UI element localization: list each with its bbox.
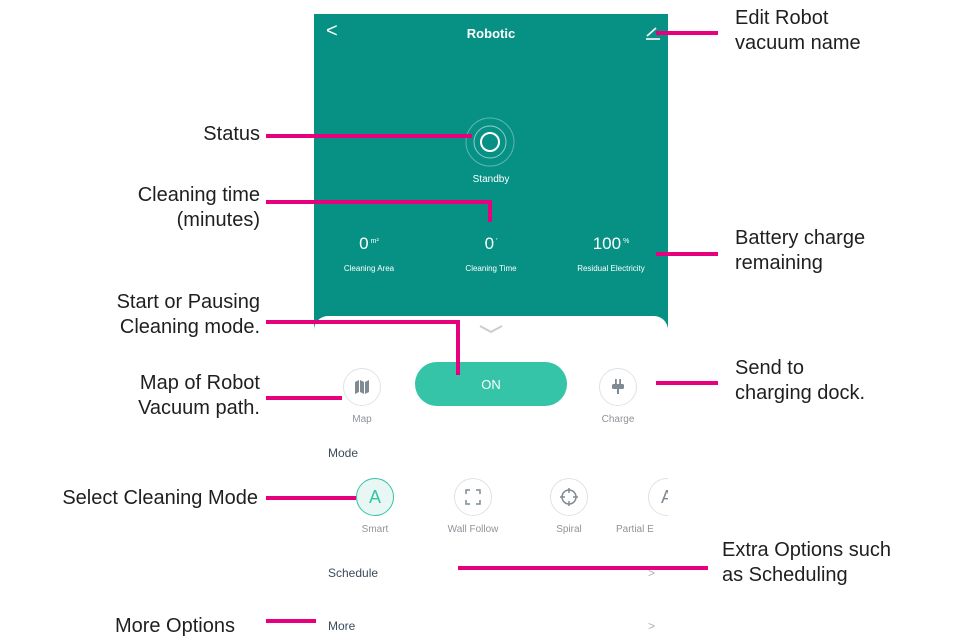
cleaning-area-stat: 0 m² Cleaning Area bbox=[314, 234, 424, 273]
annotation-cleaning-time: Cleaning time (minutes) bbox=[60, 183, 260, 233]
pointer-battery bbox=[656, 252, 718, 256]
cleaning-time-stat: 0 ′ Cleaning Time bbox=[436, 234, 546, 273]
cleaning-area-unit: m² bbox=[370, 237, 379, 245]
more-row[interactable]: More bbox=[328, 619, 355, 633]
pointer-charging bbox=[656, 381, 718, 385]
annotation-more-options: More Options bbox=[114, 615, 235, 637]
wall-follow-icon bbox=[465, 489, 481, 505]
annotation-map-line1: Map of Robot bbox=[139, 372, 260, 394]
mode-wall-follow-button[interactable] bbox=[454, 478, 492, 516]
map-label: Map bbox=[352, 414, 372, 425]
mode-wall-follow-label: Wall Follow bbox=[447, 524, 499, 535]
annotation-edit-name: Edit Robot vacuum name bbox=[735, 6, 861, 56]
pointer-cleaning-time-drop bbox=[488, 200, 492, 222]
annotation-charging-line2: charging dock. bbox=[735, 382, 866, 404]
annotation-start-pause-line2: Cleaning mode. bbox=[119, 316, 260, 338]
mode-smart-label: Smart bbox=[361, 524, 389, 535]
spiral-icon bbox=[560, 488, 578, 506]
map-icon bbox=[355, 380, 369, 394]
charge-button[interactable] bbox=[599, 368, 637, 406]
annotation-start-pause: Start or Pausing Cleaning mode. bbox=[40, 290, 260, 340]
control-sheet: Map ON Charge Mode A Smart Wall Follow S… bbox=[314, 316, 668, 642]
annotation-charging: Send to charging dock. bbox=[735, 356, 865, 406]
mode-spiral-label: Spiral bbox=[556, 524, 582, 535]
annotation-map-line2: Vacuum path. bbox=[138, 397, 260, 419]
mode-partial-button[interactable]: A bbox=[648, 478, 668, 516]
schedule-row[interactable]: Schedule bbox=[328, 566, 378, 580]
annotation-battery: Battery charge remaining bbox=[735, 226, 865, 276]
collapse-chevron-icon[interactable] bbox=[478, 324, 504, 334]
more-arrow-icon[interactable]: > bbox=[648, 619, 655, 633]
cleaning-time-label: Cleaning Time bbox=[465, 264, 517, 273]
status-icon bbox=[465, 117, 515, 167]
annotation-status: Status bbox=[203, 123, 260, 145]
pointer-start-pause-drop bbox=[456, 320, 460, 375]
annotation-map: Map of Robot Vacuum path. bbox=[60, 371, 260, 421]
status-panel: < Robotic Standby 0 m² Cleaning Area 0 ′ C… bbox=[314, 14, 668, 334]
annotation-select-mode: Select Cleaning Mode bbox=[62, 487, 258, 509]
cleaning-time-unit: ′ bbox=[496, 237, 498, 245]
pointer-extra-options bbox=[458, 566, 708, 570]
battery-stat: 100% Residual Electricity bbox=[556, 234, 666, 273]
pointer-start-pause bbox=[266, 320, 460, 324]
status-text: Standby bbox=[472, 174, 510, 185]
annotation-start-pause-line1: Start or Pausing bbox=[116, 291, 260, 313]
charge-label: Charge bbox=[601, 414, 635, 425]
smart-icon: A bbox=[368, 486, 381, 507]
map-button[interactable] bbox=[343, 368, 381, 406]
cleaning-area-value: 0 bbox=[359, 234, 369, 253]
annotation-extra-options-line2: as Scheduling bbox=[722, 564, 848, 586]
mode-partial-label: Partial E bbox=[616, 524, 654, 535]
page-title: Robotic bbox=[466, 26, 516, 41]
partial-icon: A bbox=[660, 486, 668, 507]
mode-title: Mode bbox=[328, 446, 359, 460]
battery-value: 100 bbox=[592, 234, 622, 253]
annotation-extra-options-line1: Extra Options such bbox=[722, 539, 891, 561]
phone-screen: < Robotic Standby 0 m² Cleaning Area 0 ′ C… bbox=[314, 14, 668, 642]
cleaning-area-label: Cleaning Area bbox=[343, 264, 395, 273]
cleaning-time-value: 0 bbox=[484, 234, 495, 253]
plug-icon bbox=[612, 379, 624, 394]
pointer-select-mode bbox=[266, 496, 356, 500]
pointer-edit-name bbox=[656, 31, 718, 35]
annotation-extra-options: Extra Options such as Scheduling bbox=[722, 538, 891, 588]
mode-smart-button[interactable]: A bbox=[356, 478, 394, 516]
pointer-more-options bbox=[266, 619, 316, 623]
pointer-status bbox=[266, 134, 472, 138]
annotation-edit-name-line2: vacuum name bbox=[735, 32, 861, 54]
annotation-edit-name-line1: Edit Robot bbox=[735, 7, 829, 29]
annotation-battery-line2: remaining bbox=[735, 252, 823, 274]
mode-spiral-button[interactable] bbox=[550, 478, 588, 516]
pointer-map bbox=[266, 396, 342, 400]
annotation-cleaning-time-line1: Cleaning time bbox=[137, 184, 260, 206]
annotation-cleaning-time-line2: (minutes) bbox=[176, 209, 260, 231]
annotation-battery-line1: Battery charge bbox=[735, 227, 866, 249]
annotation-charging-line1: Send to bbox=[735, 357, 804, 379]
start-pause-button[interactable]: ON bbox=[415, 362, 567, 406]
battery-label: Residual Electricity bbox=[577, 264, 645, 273]
pointer-cleaning-time bbox=[266, 200, 492, 204]
battery-unit: % bbox=[623, 237, 630, 245]
